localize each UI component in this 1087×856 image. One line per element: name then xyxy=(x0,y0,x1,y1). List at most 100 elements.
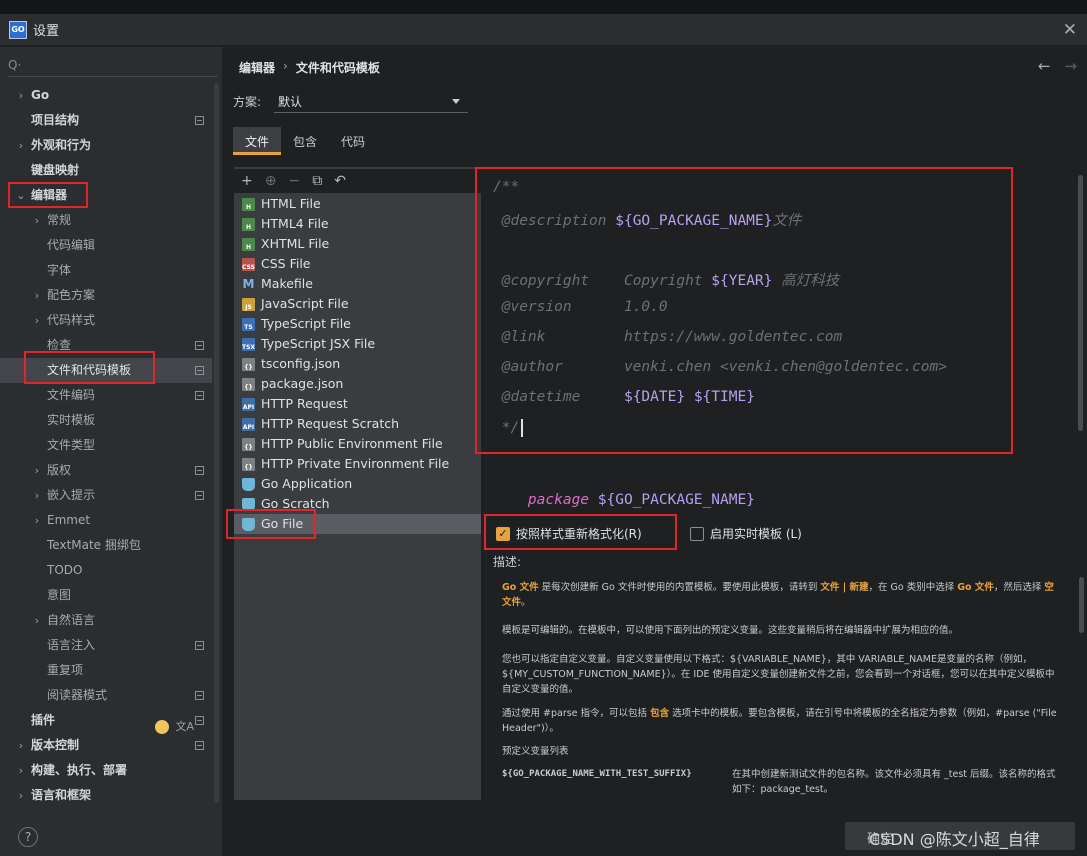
sidebar-item[interactable]: TextMate 捆绑包 xyxy=(0,533,212,558)
code-text: venki.chen <venki.chen@goldentec.com> xyxy=(623,359,947,375)
sidebar-item[interactable]: › 嵌入提示 xyxy=(0,483,212,508)
chevron-right-icon[interactable]: › xyxy=(16,783,26,808)
sidebar-item[interactable]: 键盘映射 xyxy=(0,158,212,183)
template-list-item[interactable]: {} HTTP Public Environment File xyxy=(234,434,481,454)
reset-icon[interactable]: ↶ xyxy=(334,173,346,189)
template-list-item[interactable]: {} tsconfig.json xyxy=(234,354,481,374)
code-text: 高灯科技 xyxy=(781,273,840,289)
sidebar-item[interactable]: TODO xyxy=(0,558,212,583)
top-strip xyxy=(0,0,1087,14)
project-level-icon xyxy=(195,391,204,400)
template-name: HTTP Private Environment File xyxy=(261,456,450,471)
sidebar-item[interactable]: 重复项 xyxy=(0,658,212,683)
scheme-select[interactable]: 默认 xyxy=(274,89,468,113)
live-template-checkbox[interactable]: 启用实时模板 (L) xyxy=(690,525,802,542)
chevron-right-icon[interactable]: › xyxy=(16,133,26,158)
chevron-right-icon[interactable]: › xyxy=(32,308,42,333)
sidebar-item[interactable]: 语言注入 xyxy=(0,633,212,658)
html-file-icon: H xyxy=(242,197,255,211)
chevron-right-icon[interactable]: › xyxy=(32,608,42,633)
chevron-down-icon[interactable]: ⌄ xyxy=(16,183,26,208)
sidebar-item[interactable]: › 配色方案 xyxy=(0,283,212,308)
template-list-item[interactable]: H HTML File xyxy=(234,194,481,214)
remove-icon[interactable]: − xyxy=(288,173,300,189)
sidebar-item[interactable]: 插件 文A xyxy=(0,708,212,734)
template-list-item[interactable]: API HTTP Request Scratch xyxy=(234,414,481,434)
template-name: tsconfig.json xyxy=(261,356,341,371)
chevron-right-icon[interactable]: › xyxy=(16,733,26,758)
chevron-right-icon[interactable]: › xyxy=(16,83,26,108)
chevron-right-icon[interactable]: › xyxy=(32,283,42,308)
help-button[interactable]: ? xyxy=(18,827,38,847)
sidebar-scrollbar[interactable] xyxy=(214,83,219,803)
sidebar-item[interactable]: › 语言和框架 xyxy=(0,783,212,808)
template-list-item[interactable]: {} HTTP Private Environment File xyxy=(234,454,481,474)
template-list-item[interactable]: Go Scratch xyxy=(234,494,481,514)
watermark: 确定 CSDN @陈文小超_自律 xyxy=(845,822,1075,850)
ok-button[interactable]: 确定 xyxy=(867,828,893,847)
forward-arrow-icon[interactable]: → xyxy=(1064,57,1077,75)
sidebar-item[interactable]: 实时模板 xyxy=(0,408,212,433)
sidebar-item[interactable]: 文件类型 xyxy=(0,433,212,458)
template-list-item[interactable]: {} package.json xyxy=(234,374,481,394)
template-list-item[interactable]: JS JavaScript File xyxy=(234,294,481,314)
template-list-item[interactable]: Go Application xyxy=(234,474,481,494)
breadcrumb-parent[interactable]: 编辑器 xyxy=(239,59,275,76)
sidebar-item-label: 文件和代码模板 xyxy=(47,363,132,377)
sidebar-item[interactable]: › 外观和行为 xyxy=(0,133,212,158)
description-scrollbar[interactable] xyxy=(1079,577,1084,633)
sidebar-search-input[interactable]: Q· xyxy=(8,53,218,77)
add-icon[interactable]: + xyxy=(241,173,253,189)
close-icon[interactable]: ✕ xyxy=(1063,20,1077,40)
chevron-right-icon[interactable]: › xyxy=(32,458,42,483)
tab-files[interactable]: 文件 xyxy=(233,127,282,155)
chevron-right-icon[interactable]: › xyxy=(32,508,42,533)
add-child-icon[interactable]: ⊕ xyxy=(265,173,277,189)
sidebar-item-label: 插件 xyxy=(31,713,56,727)
description-text: 通过使用 #parse 指令，可以包括 xyxy=(502,708,651,719)
template-list-item[interactable]: TSX TypeScript JSX File xyxy=(234,334,481,354)
template-list-item[interactable]: API HTTP Request xyxy=(234,394,481,414)
tab-code[interactable]: 代码 xyxy=(329,127,377,155)
sidebar-item[interactable]: 检查 xyxy=(0,333,212,358)
sidebar-item[interactable]: › Go xyxy=(0,83,212,108)
description-label: 描述: xyxy=(493,555,522,569)
editor-scrollbar[interactable] xyxy=(1078,175,1083,431)
template-name: CSS File xyxy=(261,256,311,271)
sidebar-item[interactable]: 文件编码 xyxy=(0,383,212,408)
sidebar-item[interactable]: › 代码样式 xyxy=(0,308,212,333)
variable-name: ${GO_PACKAGE_NAME_WITH_TEST_SUFFIX} xyxy=(502,769,692,779)
sidebar-item[interactable]: › 版本控制 xyxy=(0,733,212,758)
template-list-item[interactable]: Go File xyxy=(234,514,481,534)
sidebar-item[interactable]: › 构建、执行、部署 xyxy=(0,758,212,783)
template-name: JavaScript File xyxy=(261,296,349,311)
template-list-item[interactable]: H HTML4 File xyxy=(234,214,481,234)
reformat-checkbox[interactable]: ✓ 按照样式重新格式化(R) xyxy=(496,525,642,542)
sidebar-item[interactable]: › Emmet xyxy=(0,508,212,533)
highlight-text: Go 文件 xyxy=(502,582,539,593)
sidebar-item[interactable]: › 版权 xyxy=(0,458,212,483)
sidebar-item[interactable]: 意图 xyxy=(0,583,212,608)
chevron-right-icon[interactable]: › xyxy=(16,758,26,783)
tab-includes[interactable]: 包含 xyxy=(281,127,329,155)
project-level-icon xyxy=(195,741,204,750)
sidebar-item[interactable]: 字体 xyxy=(0,258,212,283)
sidebar-item[interactable]: ⌄ 编辑器 xyxy=(0,183,212,208)
breadcrumb-separator: › xyxy=(283,59,288,73)
template-editor[interactable]: /** @description ${GO_PACKAGE_NAME}文件 @c… xyxy=(475,167,1077,507)
template-list-item[interactable]: M Makefile xyxy=(234,274,481,294)
template-list-item[interactable]: TS TypeScript File xyxy=(234,314,481,334)
sidebar-item[interactable]: 项目结构 xyxy=(0,108,212,133)
sidebar-item[interactable]: 阅读器模式 xyxy=(0,683,212,708)
sidebar-item[interactable]: › 自然语言 xyxy=(0,608,212,633)
chevron-right-icon[interactable]: › xyxy=(32,208,42,233)
sidebar-item[interactable]: 代码编辑 xyxy=(0,233,212,258)
chevron-right-icon[interactable]: › xyxy=(32,483,42,508)
back-arrow-icon[interactable]: ← xyxy=(1038,57,1051,75)
template-list-item[interactable]: H XHTML File xyxy=(234,234,481,254)
copy-icon[interactable]: ⧉ xyxy=(312,173,322,189)
package-line: package ${GO_PACKAGE_NAME} xyxy=(493,476,755,524)
sidebar-item[interactable]: › 常规 xyxy=(0,208,212,233)
sidebar-item[interactable]: 文件和代码模板 xyxy=(0,358,212,383)
template-list-item[interactable]: CSS CSS File xyxy=(234,254,481,274)
